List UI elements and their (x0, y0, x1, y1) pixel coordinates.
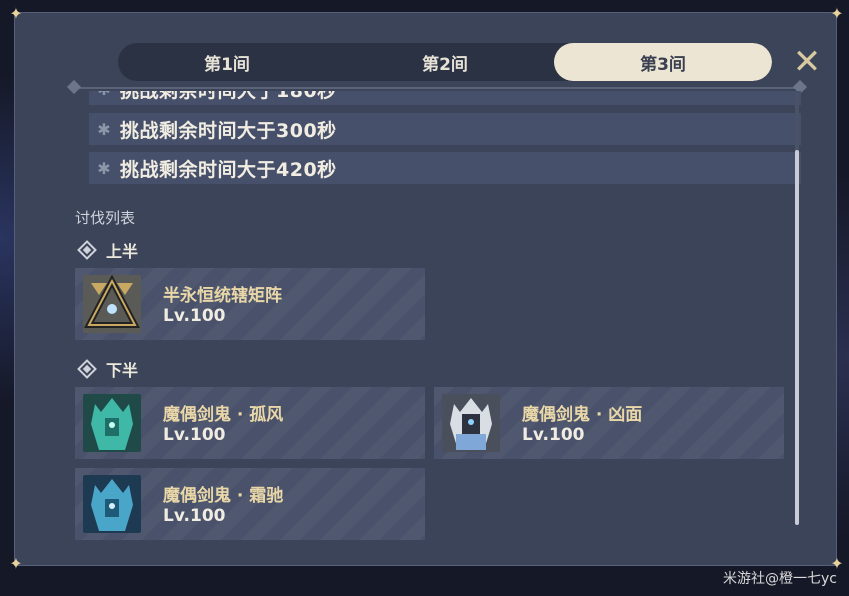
chamber-tabs: 第1间 第2间 第3间 (118, 43, 772, 81)
first-half-text: 上半 (106, 242, 139, 261)
star-condition-1: ✱ 挑战剩余时间大于180秒 (89, 91, 801, 105)
corner-ornament-icon: ✦ (830, 4, 844, 23)
tab-chamber-1[interactable]: 第1间 (118, 43, 336, 81)
enemy-portrait-maguu-oni (442, 394, 500, 452)
condition-text: 挑战剩余时间大于420秒 (120, 158, 337, 181)
enemy-card[interactable]: 半永恒统辖矩阵 Lv.100 (75, 268, 425, 340)
enemy-level: Lv.100 (163, 306, 226, 326)
star-condition-2: ✱ 挑战剩余时间大于300秒 (89, 113, 801, 145)
maguu-kenki-portrait-icon (83, 394, 141, 452)
close-icon[interactable]: ✕ (791, 45, 823, 79)
enemy-portrait-matrix (83, 275, 141, 333)
diamond-icon (77, 359, 97, 379)
scrollbar-thumb[interactable] (795, 150, 799, 525)
second-half-label: 下半 (77, 357, 138, 381)
enemy-level: Lv.100 (522, 425, 585, 445)
condition-text: 挑战剩余时间大于180秒 (120, 91, 337, 103)
star-icon: ✱ (97, 158, 111, 178)
chamber-details-scroll[interactable]: ✱ 挑战剩余时间大于180秒 ✱ 挑战剩余时间大于300秒 ✱ 挑战剩余时间大于… (75, 91, 802, 561)
abyss-floor-panel: 第1间 第2间 第3间 ✕ ✱ 挑战剩余时间大于180秒 ✱ 挑战剩余时间大于3… (14, 12, 837, 566)
enemy-name: 魔偶剑鬼 · 孤风 (163, 405, 284, 425)
enemy-level: Lv.100 (163, 506, 226, 526)
enemy-level: Lv.100 (163, 425, 226, 445)
diamond-icon (77, 240, 97, 260)
star-condition-3: ✱ 挑战剩余时间大于420秒 (89, 152, 801, 184)
enemy-card[interactable]: 魔偶剑鬼 · 霜驰 Lv.100 (75, 468, 425, 540)
first-half-label: 上半 (77, 238, 138, 262)
enemy-name: 半永恒统辖矩阵 (163, 286, 282, 306)
enemy-card[interactable]: 魔偶剑鬼 · 孤风 Lv.100 (75, 387, 425, 459)
corner-ornament-icon: ✦ (9, 4, 23, 23)
maguu-kenki-portrait-icon (442, 394, 500, 452)
enemy-name: 魔偶剑鬼 · 凶面 (522, 405, 643, 425)
divider (66, 79, 808, 95)
enemy-name: 魔偶剑鬼 · 霜驰 (163, 486, 284, 506)
condition-text: 挑战剩余时间大于300秒 (120, 119, 337, 142)
corner-ornament-icon: ✦ (9, 554, 23, 573)
tab-chamber-3[interactable]: 第3间 (554, 43, 772, 81)
enemy-card[interactable]: 魔偶剑鬼 · 凶面 Lv.100 (434, 387, 784, 459)
enemy-list-title: 讨伐列表 (75, 209, 136, 227)
matrix-portrait-icon (83, 275, 141, 333)
maguu-kenki-portrait-icon (83, 475, 141, 533)
enemy-portrait-maguu-wind (83, 394, 141, 452)
second-half-text: 下半 (106, 361, 139, 380)
star-icon: ✱ (94, 91, 114, 99)
star-icon: ✱ (97, 119, 111, 139)
tab-chamber-2[interactable]: 第2间 (336, 43, 554, 81)
enemy-portrait-maguu-frost (83, 475, 141, 533)
watermark: 米游社@橙一七yc (723, 571, 837, 587)
